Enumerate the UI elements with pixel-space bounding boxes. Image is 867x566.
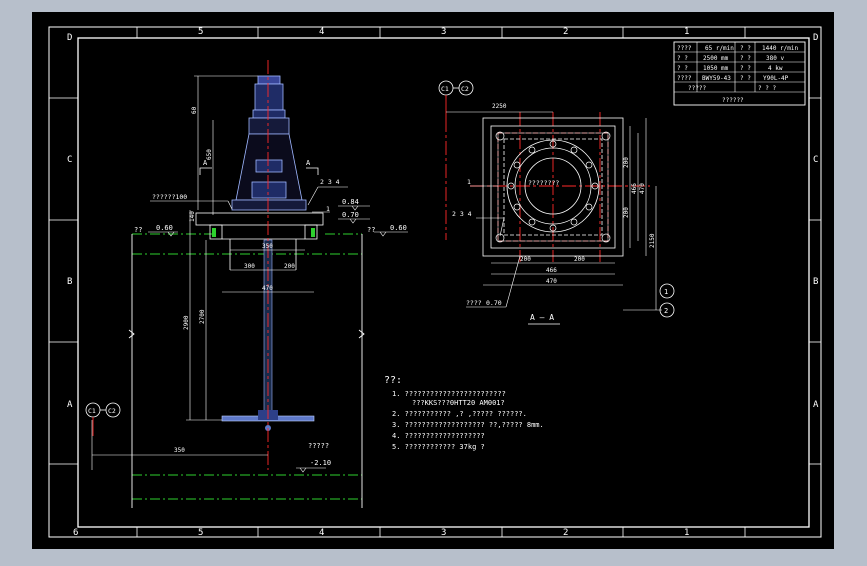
level-084: 0.84 bbox=[342, 198, 359, 206]
level-right-q: ?? bbox=[367, 226, 375, 234]
drawing-sheet bbox=[32, 12, 834, 549]
tb-r3c2: 1050 mm bbox=[703, 65, 729, 72]
tb-r2c4: 380 v bbox=[766, 55, 784, 62]
tb-r4c1: ???? bbox=[677, 75, 692, 82]
col-marker-4-top: 4 bbox=[319, 27, 324, 37]
level-060-right: 0.60 bbox=[390, 224, 407, 232]
note-1b: ???KKS???0HTT20 AM001? bbox=[412, 399, 505, 407]
plan-dim-466: 466 bbox=[546, 267, 557, 274]
plan-bottom-level: 0.70 bbox=[486, 299, 502, 307]
circle-2: 2 bbox=[664, 307, 668, 315]
dim-470: 470 bbox=[262, 285, 273, 292]
plan-center-label: ???????? bbox=[528, 179, 559, 187]
note-1: 1. ???????????????????????? bbox=[392, 390, 506, 398]
tb-r2c1: ? ? bbox=[677, 55, 688, 62]
col-marker-4-bottom: 4 bbox=[319, 528, 324, 538]
dim-200: 200 bbox=[284, 263, 295, 270]
part1-elev: 1 bbox=[326, 205, 330, 213]
drawing-canvas: 5 4 3 2 1 6 5 4 3 2 1 D C B A D C B A ??… bbox=[32, 12, 834, 549]
plan-dim-2150: 2150 bbox=[649, 233, 656, 248]
plan-dim-200a: 200 bbox=[520, 256, 531, 263]
plan-dim-v200a: 200 bbox=[623, 157, 630, 168]
plan-parts-label: 2 3 4 bbox=[452, 210, 472, 218]
tb-r1c2: 65 r/min bbox=[705, 45, 734, 52]
row-marker-b-left: B bbox=[67, 277, 72, 287]
tb-r1c1: ???? bbox=[677, 45, 692, 52]
col-marker-3-bottom: 3 bbox=[441, 528, 446, 538]
tb-r4c2: BWY59-43 bbox=[702, 75, 731, 82]
dim-140: 140 bbox=[189, 211, 196, 222]
tb-r1c4: 1440 r/min bbox=[762, 45, 799, 52]
plan-dim-470: 470 bbox=[546, 278, 557, 285]
row-marker-d-left: D bbox=[67, 33, 72, 43]
tb-r5c1: ????? bbox=[688, 85, 706, 92]
dim-2900: 2900 bbox=[183, 315, 190, 330]
tb-r4c4: Y90L-4P bbox=[763, 75, 789, 82]
col-marker-2-top: 2 bbox=[563, 27, 568, 37]
note-3: 3. ??????????????????? ??,????? 8mm. bbox=[392, 421, 544, 429]
note-4: 4. ??????????????????? bbox=[392, 432, 485, 440]
plan-dim-v466: 466 bbox=[631, 183, 638, 194]
section-title: A — A bbox=[530, 313, 554, 322]
col-marker-1-top: 1 bbox=[684, 27, 689, 37]
row-marker-a-left: A bbox=[67, 400, 73, 410]
row-marker-d-right: D bbox=[813, 33, 818, 43]
plan-ref-c2: C2 bbox=[461, 85, 469, 93]
level-bottom: -2.10 bbox=[310, 459, 331, 467]
parts-label-elev: 2 3 4 bbox=[320, 178, 340, 186]
cad-viewer: 5 4 3 2 1 6 5 4 3 2 1 D C B A D C B A ??… bbox=[0, 0, 867, 562]
col-marker-5-top: 5 bbox=[198, 27, 203, 37]
row-marker-c-right: C bbox=[813, 155, 818, 165]
tb-r4c3: ? ? bbox=[740, 75, 751, 82]
level-060-left: 0.60 bbox=[156, 224, 173, 232]
dim-2700: 2700 bbox=[199, 309, 206, 324]
tb-r6: ?????? bbox=[722, 97, 744, 104]
tb-r1c3: ? ? bbox=[740, 45, 751, 52]
col-marker-1-bottom: 1 bbox=[684, 528, 689, 538]
notes-heading: ??: bbox=[384, 375, 402, 386]
elev-ref-c1: C1 bbox=[88, 407, 96, 415]
plan-bottom-note: ???? bbox=[466, 299, 482, 307]
tb-r3c4: 4 kw bbox=[768, 65, 783, 72]
tb-r2c2: 2500 mm bbox=[703, 55, 729, 62]
col-marker-3-top: 3 bbox=[441, 27, 446, 37]
plan-dim-2250: 2250 bbox=[492, 103, 507, 110]
note-5: 5. ???????????? 37kg ? bbox=[392, 443, 485, 451]
col-marker-2-bottom: 2 bbox=[563, 528, 568, 538]
plan-part1: 1 bbox=[467, 178, 471, 186]
circle-1: 1 bbox=[664, 288, 668, 296]
plan-dim-200b: 200 bbox=[574, 256, 585, 263]
elev-ref-c2: C2 bbox=[108, 407, 116, 415]
row-marker-a-right: A bbox=[813, 400, 819, 410]
tb-r3c1: ? ? bbox=[677, 65, 688, 72]
dim-350: 350 bbox=[262, 243, 273, 250]
dim-top: 60 bbox=[191, 106, 198, 114]
tb-r3c3: ? ? bbox=[740, 65, 751, 72]
level-left-q: ?? bbox=[134, 226, 142, 234]
plan-ref-c1: C1 bbox=[441, 85, 449, 93]
col-marker-6-bottom: 6 bbox=[73, 528, 78, 538]
dim-300: 300 bbox=[244, 263, 255, 270]
plan-dim-v200b: 200 bbox=[623, 207, 630, 218]
elevation-bottom-note: ????? bbox=[308, 442, 329, 450]
row-marker-b-right: B bbox=[813, 277, 818, 287]
level-070: 0.70 bbox=[342, 211, 359, 219]
plan-dim-v470: 470 bbox=[639, 183, 646, 194]
tb-r5c2: ? ? ? bbox=[758, 85, 776, 92]
flange-label: ??????100 bbox=[152, 193, 187, 201]
row-marker-c-left: C bbox=[67, 155, 72, 165]
dim-350-bottom: 350 bbox=[174, 447, 185, 454]
note-2: 2. ??????????? ,? ,????? ??????. bbox=[392, 410, 527, 418]
col-marker-5-bottom: 5 bbox=[198, 528, 203, 538]
tb-r2c3: ? ? bbox=[740, 55, 751, 62]
